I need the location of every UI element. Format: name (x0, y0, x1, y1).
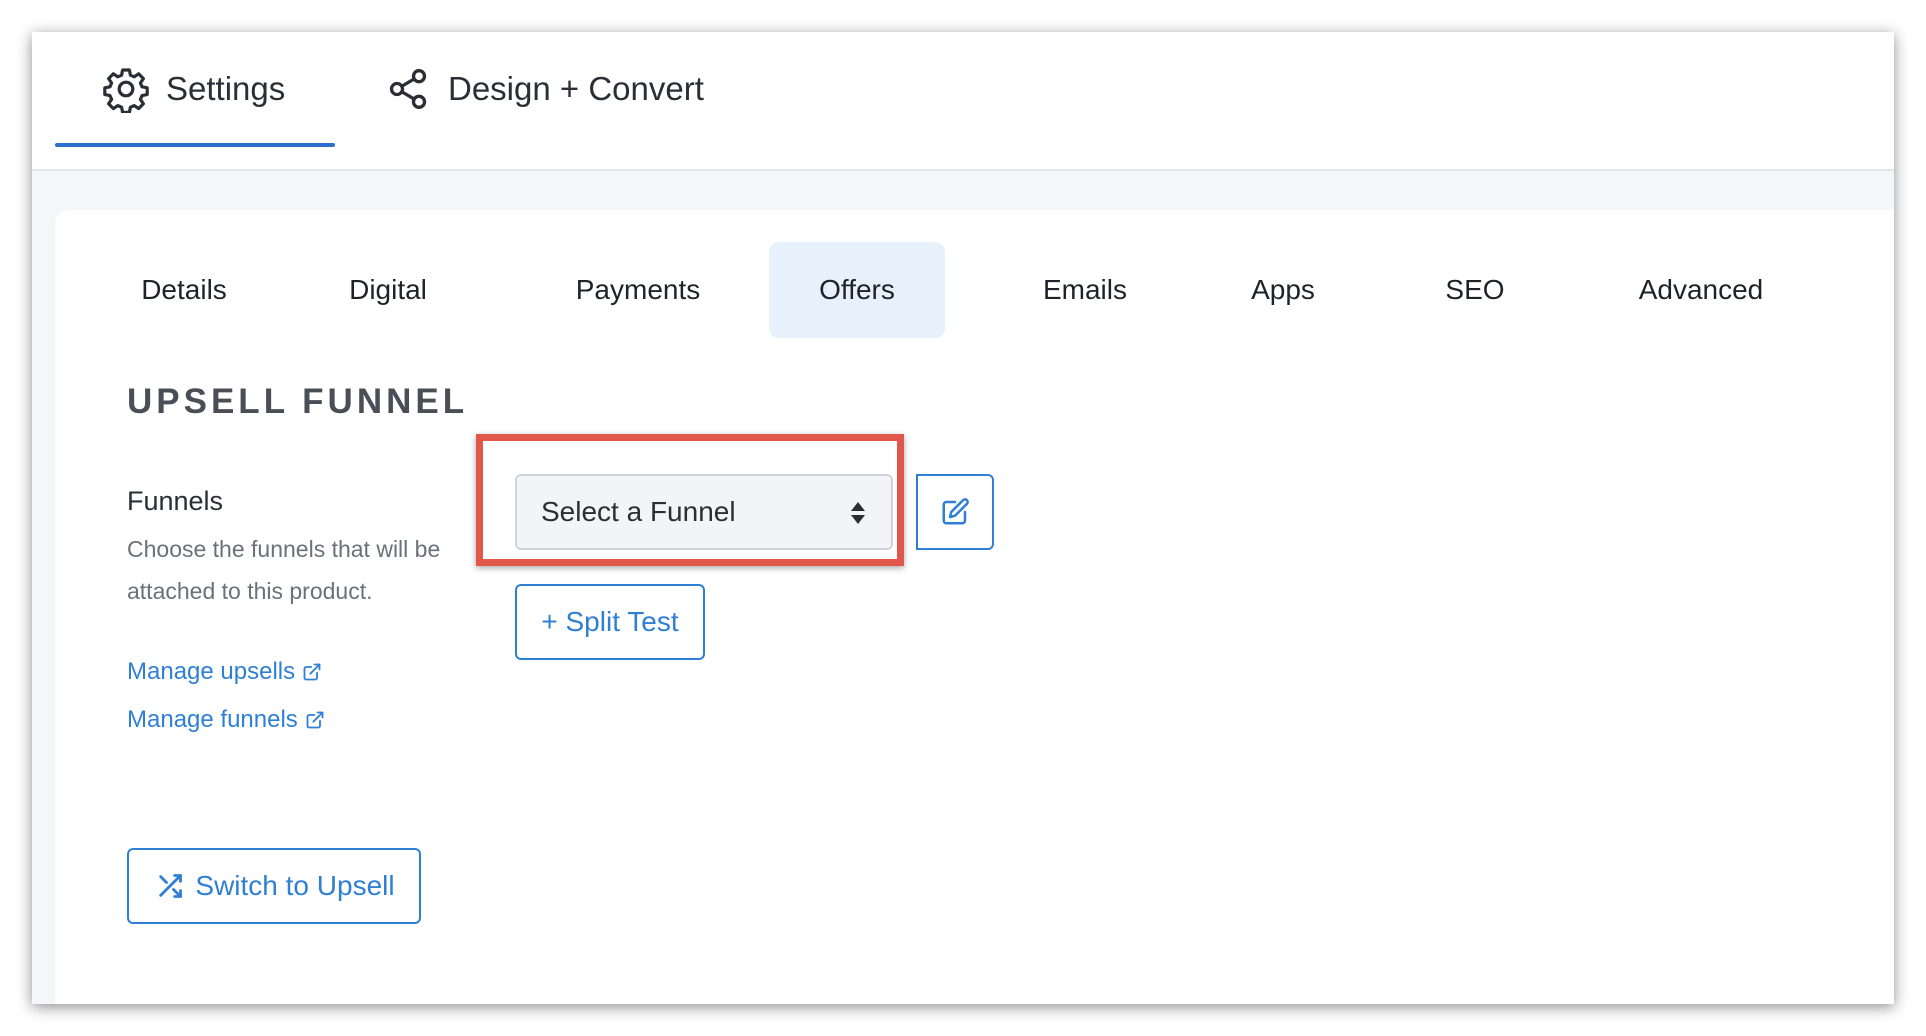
section-title: UPSELL FUNNEL (127, 382, 469, 421)
edit-icon (942, 498, 969, 525)
subtab-offers[interactable]: Offers (769, 242, 945, 338)
tab-design-convert-label: Design + Convert (448, 69, 704, 107)
page: Settings Design + Convert Details Digita… (0, 0, 1926, 1036)
external-link-icon (303, 663, 321, 681)
split-test-button[interactable]: + Split Test (515, 584, 705, 660)
subtab-advanced[interactable]: Advanced (1601, 242, 1801, 338)
tab-settings-label: Settings (166, 69, 286, 107)
funnels-label: Funnels (127, 486, 224, 516)
funnel-select-value: Select a Funnel (541, 496, 736, 527)
subtab-emails[interactable]: Emails (1003, 242, 1167, 338)
manage-funnels-link[interactable]: Manage funnels (127, 706, 325, 734)
top-nav: Settings Design + Convert (32, 32, 1894, 171)
external-link-icon (306, 711, 324, 729)
manage-upsells-link[interactable]: Manage upsells (127, 658, 322, 686)
gear-icon (103, 67, 149, 113)
app-window: Settings Design + Convert Details Digita… (32, 32, 1894, 1004)
shuffle-icon (159, 874, 183, 898)
manage-upsells-label: Manage upsells (127, 658, 296, 685)
funnels-help-text: Choose the funnels that will be attached… (127, 536, 441, 604)
funnel-select[interactable]: Select a Funnel (515, 474, 893, 550)
content-card: Details Digital Payments Offers Emails A… (55, 210, 1894, 1004)
tab-settings[interactable]: Settings (55, 32, 335, 145)
active-tab-underline (55, 143, 335, 147)
share-icon (389, 68, 427, 109)
manage-funnels-label: Manage funnels (127, 706, 298, 733)
subtab-apps[interactable]: Apps (1217, 242, 1349, 338)
tab-design-convert[interactable]: Design + Convert (386, 32, 726, 145)
subtab-details[interactable]: Details (95, 242, 273, 338)
switch-to-upsell-label: Switch to Upsell (195, 870, 395, 901)
subtab-digital[interactable]: Digital (313, 242, 463, 338)
subtab-payments[interactable]: Payments (533, 242, 743, 338)
switch-to-upsell-button[interactable]: Switch to Upsell (127, 848, 421, 924)
edit-funnel-button[interactable] (916, 474, 994, 550)
subtab-seo[interactable]: SEO (1409, 242, 1541, 338)
sort-arrows-icon (851, 502, 865, 524)
